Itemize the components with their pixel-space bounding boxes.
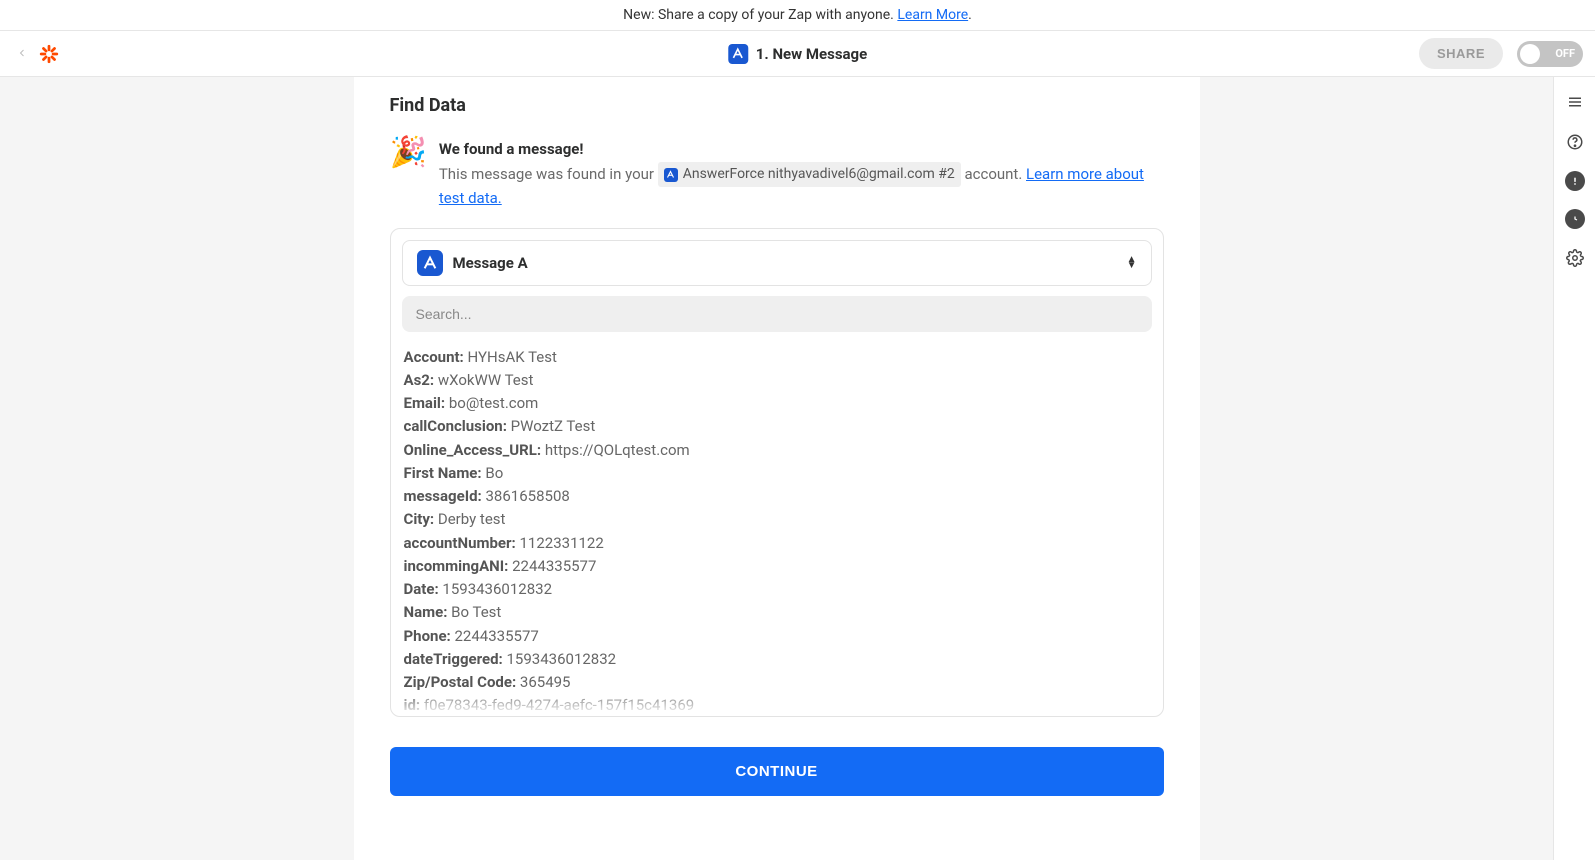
field-key: accountNumber: (404, 534, 520, 552)
field-row: id: f0e78343-fed9-4274-aefc-157f15c41369 (404, 694, 1152, 715)
celebration-icon: 🎉 (390, 138, 427, 210)
field-value: https://QOLqtest.com (545, 441, 690, 459)
field-key: Phone: (404, 627, 455, 645)
field-value: PWoztZ Test (511, 417, 596, 435)
field-row: As2: wXokWW Test (404, 369, 1152, 392)
announcement-learn-more-link[interactable]: Learn More (897, 7, 968, 23)
field-value: wXokWW Test (438, 371, 534, 389)
step-title: 1. New Message (756, 45, 867, 63)
announcement-bar: New: Share a copy of your Zap with anyon… (0, 0, 1595, 31)
sort-caret-icon: ▲▼ (1127, 257, 1137, 268)
field-key: As2: (404, 371, 438, 389)
continue-button[interactable]: CONTINUE (390, 747, 1164, 796)
field-row: Online_Access_URL: https://QOLqtest.com (404, 439, 1152, 462)
field-row: callConclusion: PWoztZ Test (404, 415, 1152, 438)
answerforce-app-icon (728, 44, 748, 64)
answerforce-app-icon (417, 250, 443, 276)
field-value: HYHsAK Test (468, 348, 557, 366)
field-key: Email: (404, 394, 449, 412)
field-key: City: (404, 510, 438, 528)
field-row: accountNumber: 1122331122 (404, 532, 1152, 555)
field-key: First Name: (404, 464, 486, 482)
found-description: This message was found in your AnswerFor… (439, 162, 1164, 210)
field-key: id: (404, 696, 424, 714)
field-row: dateTriggered: 1593436012832 (404, 648, 1152, 671)
field-row: Zip/Postal Code: 365495 (404, 671, 1152, 694)
field-value: 1593436012832 (507, 650, 617, 668)
field-value: Bo (485, 464, 503, 482)
help-icon[interactable] (1564, 131, 1586, 153)
search-input[interactable] (402, 296, 1152, 332)
field-key: Name: (404, 603, 452, 621)
field-key: messageId: (404, 487, 486, 505)
field-value: 1122331122 (519, 534, 603, 552)
step-panel: Find Data 🎉 We found a message! This mes… (354, 77, 1200, 860)
field-key: dateTriggered: (404, 650, 507, 668)
field-row: Date: 1593436012832 (404, 578, 1152, 601)
field-value: 3861658508 (486, 487, 570, 505)
toggle-state-label: OFF (1555, 47, 1575, 60)
header-bar: 1. New Message SHARE OFF (0, 31, 1595, 77)
field-key: callConclusion: (404, 417, 511, 435)
field-value: 2244335577 (455, 627, 539, 645)
field-row: messageId: 3861658508 (404, 485, 1152, 508)
menu-icon[interactable] (1564, 91, 1586, 113)
alert-icon[interactable] (1565, 171, 1585, 191)
field-value: Bo Test (451, 603, 501, 621)
data-card: Message A ▲▼ Account: HYHsAK TestAs2: wX… (390, 228, 1164, 717)
message-selector[interactable]: Message A ▲▼ (402, 240, 1152, 286)
account-chip: AnswerForce nithyavadivel6@gmail.com #2 (658, 162, 961, 187)
field-key: Zip/Postal Code: (404, 673, 520, 691)
answerforce-app-icon (664, 168, 678, 182)
field-value: 365495 (520, 673, 571, 691)
section-title: Find Data (390, 95, 1164, 116)
field-value: bo@test.com (449, 394, 538, 412)
zapier-logo-icon[interactable] (38, 43, 60, 65)
message-selector-label: Message A (453, 254, 1117, 272)
zap-enable-toggle[interactable]: OFF (1517, 41, 1583, 67)
field-key: incommingANI: (404, 557, 513, 575)
field-value: 1593436012832 (442, 580, 552, 598)
field-value: f0e78343-fed9-4274-aefc-157f15c41369 (424, 696, 694, 714)
field-key: Account: (404, 348, 468, 366)
field-row: City: Derby test (404, 508, 1152, 531)
field-row: incommingANI: 2244335577 (404, 555, 1152, 578)
field-row: Account: HYHsAK Test (404, 346, 1152, 369)
field-value: Derby test (438, 510, 506, 528)
field-key: Online_Access_URL: (404, 441, 545, 459)
field-row: First Name: Bo (404, 462, 1152, 485)
share-button[interactable]: SHARE (1419, 38, 1503, 69)
field-value: 2244335577 (512, 557, 596, 575)
history-clock-icon[interactable] (1565, 209, 1585, 229)
found-headline: We found a message! (439, 140, 1164, 158)
field-row: Name: Bo Test (404, 601, 1152, 624)
field-list: Account: HYHsAK TestAs2: wXokWW TestEmai… (402, 346, 1152, 716)
field-row: Phone: 2244335577 (404, 625, 1152, 648)
right-rail (1553, 77, 1595, 860)
toggle-knob (1520, 44, 1540, 64)
settings-gear-icon[interactable] (1564, 247, 1586, 269)
announcement-text: New: Share a copy of your Zap with anyon… (623, 7, 897, 23)
field-row: Email: bo@test.com (404, 392, 1152, 415)
back-chevron-icon[interactable] (12, 40, 32, 67)
field-key: Date: (404, 580, 443, 598)
